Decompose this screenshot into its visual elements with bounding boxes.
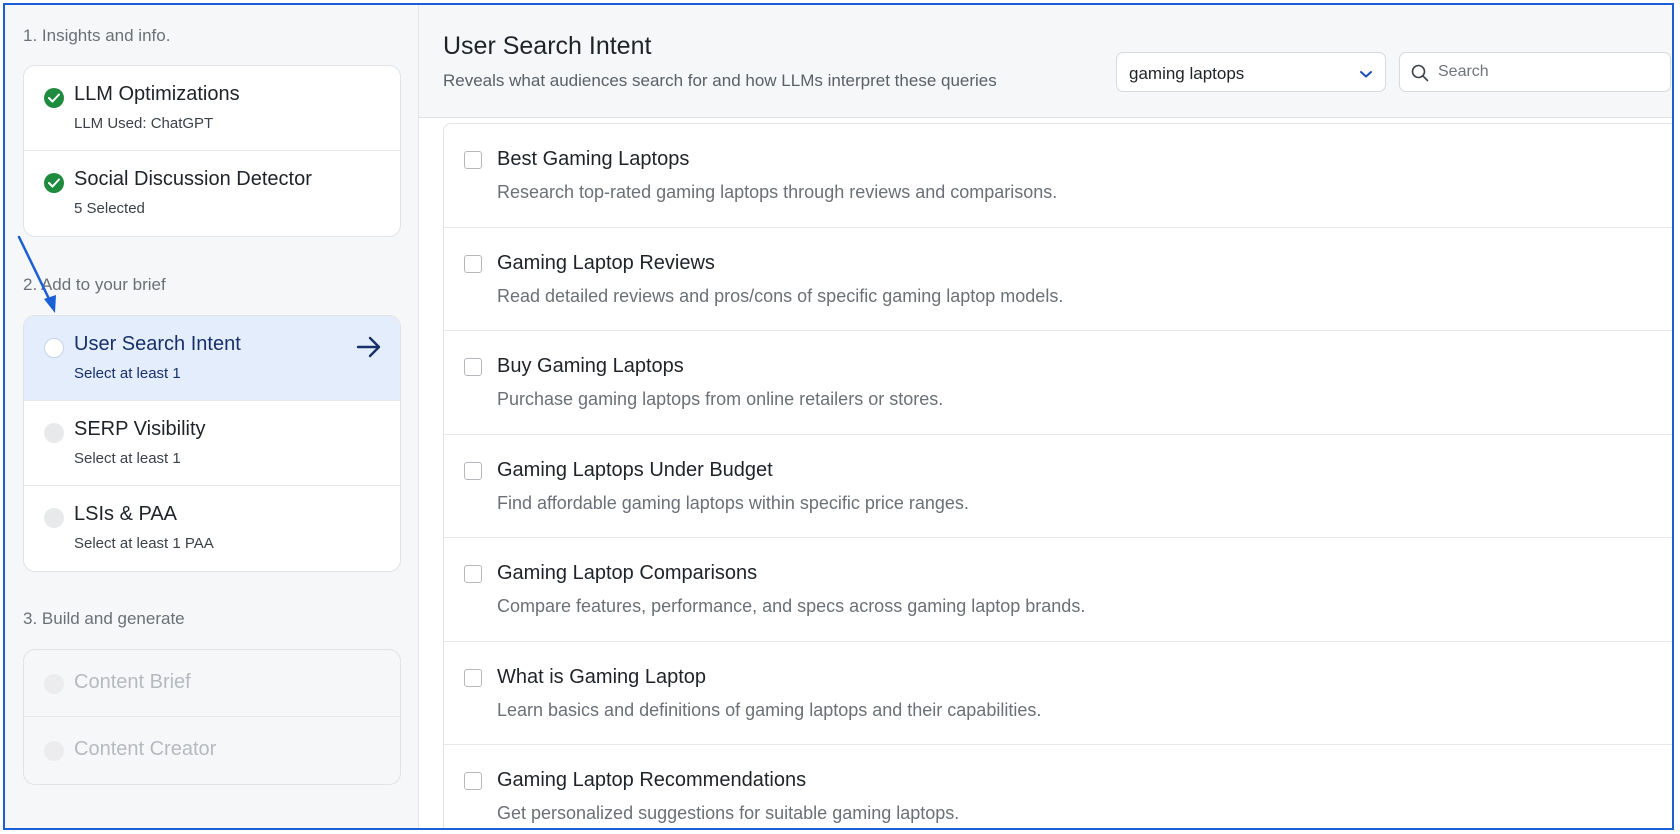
intent-title: Gaming Laptop Comparisons — [497, 562, 758, 584]
status-circle-icon — [44, 508, 64, 528]
intent-title: Buy Gaming Laptops — [497, 355, 684, 377]
annotation-arrow-icon — [17, 235, 56, 313]
list-item[interactable]: Gaming Laptop Comparisons Compare featur… — [444, 538, 1672, 642]
list-item[interactable]: Best Gaming Laptops Research top-rated g… — [444, 124, 1672, 228]
app-window: 1. Insights and info. LLM Optimizations … — [3, 3, 1674, 830]
section-title-build: 3. Build and generate — [23, 609, 185, 628]
status-circle-icon — [44, 674, 64, 694]
section-title-insights: 1. Insights and info. — [23, 26, 171, 45]
intent-title: What is Gaming Laptop — [497, 665, 706, 688]
checkbox[interactable] — [464, 461, 482, 480]
status-circle-icon — [44, 338, 64, 358]
status-circle-icon — [44, 741, 64, 761]
main-header: User Search Intent Reveals what audience… — [419, 5, 1672, 118]
chevron-down-icon — [1359, 66, 1373, 84]
status-circle-icon — [44, 423, 64, 443]
check-circle-icon — [44, 173, 64, 193]
intent-description: Purchase gaming laptops from online reta… — [497, 389, 944, 409]
insights-card: LLM Optimizations LLM Used: ChatGPT Soci… — [23, 65, 401, 237]
checkbox[interactable] — [464, 254, 482, 273]
intent-description: Compare features, performance, and specs… — [497, 596, 1086, 616]
checkbox[interactable] — [464, 358, 482, 376]
page-title: User Search Intent — [443, 32, 652, 60]
intent-title: Gaming Laptop Recommendations — [497, 769, 807, 791]
list-item[interactable]: Gaming Laptops Under Budget Find afforda… — [444, 435, 1672, 538]
intent-list: Best Gaming Laptops Research top-rated g… — [443, 123, 1672, 828]
search-icon — [1411, 64, 1429, 87]
checkbox[interactable] — [464, 565, 482, 583]
step-title: LLM Optimizations — [74, 83, 240, 105]
step-subtitle: Select at least 1 — [74, 365, 181, 382]
step-user-search-intent[interactable]: User Search Intent Select at least 1 — [24, 316, 400, 401]
step-subtitle: 5 Selected — [74, 200, 145, 217]
intent-title: Gaming Laptop Reviews — [497, 251, 715, 274]
list-item[interactable]: What is Gaming Laptop Learn basics and d… — [444, 642, 1672, 745]
step-title: Content Brief — [74, 671, 191, 693]
checkbox[interactable] — [464, 668, 482, 687]
step-title: Social Discussion Detector — [74, 168, 312, 190]
step-llm-optimizations[interactable]: LLM Optimizations LLM Used: ChatGPT — [24, 66, 400, 151]
check-circle-icon — [44, 88, 64, 108]
list-item[interactable]: Buy Gaming Laptops Purchase gaming lapto… — [444, 331, 1672, 435]
step-subtitle: Select at least 1 — [74, 450, 181, 467]
page-subtitle: Reveals what audiences search for and ho… — [443, 71, 997, 90]
intent-title: Gaming Laptops Under Budget — [497, 458, 773, 481]
step-title: Content Creator — [74, 738, 217, 760]
step-content-brief: Content Brief — [24, 650, 400, 717]
step-title: LSIs & PAA — [74, 503, 178, 525]
list-item[interactable]: Gaming Laptop Reviews Read detailed revi… — [444, 228, 1672, 331]
arrow-right-icon[interactable] — [356, 336, 382, 363]
intent-description: Research top-rated gaming laptops throug… — [497, 182, 1058, 202]
step-title: User Search Intent — [74, 333, 241, 355]
search-box — [1399, 52, 1671, 92]
main-panel: User Search Intent Reveals what audience… — [419, 5, 1672, 828]
step-serp-visibility[interactable]: SERP Visibility Select at least 1 — [24, 401, 400, 486]
step-lsis-paa[interactable]: LSIs & PAA Select at least 1 PAA — [24, 486, 400, 571]
checkbox[interactable] — [464, 151, 482, 169]
checkbox[interactable] — [464, 772, 482, 790]
step-subtitle: LLM Used: ChatGPT — [74, 115, 214, 132]
step-subtitle: Select at least 1 PAA — [74, 535, 214, 552]
intent-title: Best Gaming Laptops — [497, 148, 690, 170]
list-item[interactable]: Gaming Laptop Recommendations Get person… — [444, 745, 1672, 828]
select-value: gaming laptops — [1129, 64, 1245, 83]
intent-description: Read detailed reviews and pros/cons of s… — [497, 285, 1064, 306]
step-title: SERP Visibility — [74, 418, 206, 440]
search-input[interactable] — [1438, 62, 1658, 82]
keyword-select[interactable]: gaming laptops — [1116, 52, 1386, 92]
sidebar: 1. Insights and info. LLM Optimizations … — [5, 5, 419, 828]
intent-description: Get personalized suggestions for suitabl… — [497, 803, 960, 823]
brief-card: User Search Intent Select at least 1 SER… — [23, 315, 401, 572]
step-content-creator: Content Creator — [24, 717, 400, 784]
intent-description: Learn basics and definitions of gaming l… — [497, 699, 1042, 720]
intent-description: Find affordable gaming laptops within sp… — [497, 492, 969, 513]
step-social-discussion-detector[interactable]: Social Discussion Detector 5 Selected — [24, 151, 400, 236]
build-card: Content Brief Content Creator — [23, 649, 401, 785]
